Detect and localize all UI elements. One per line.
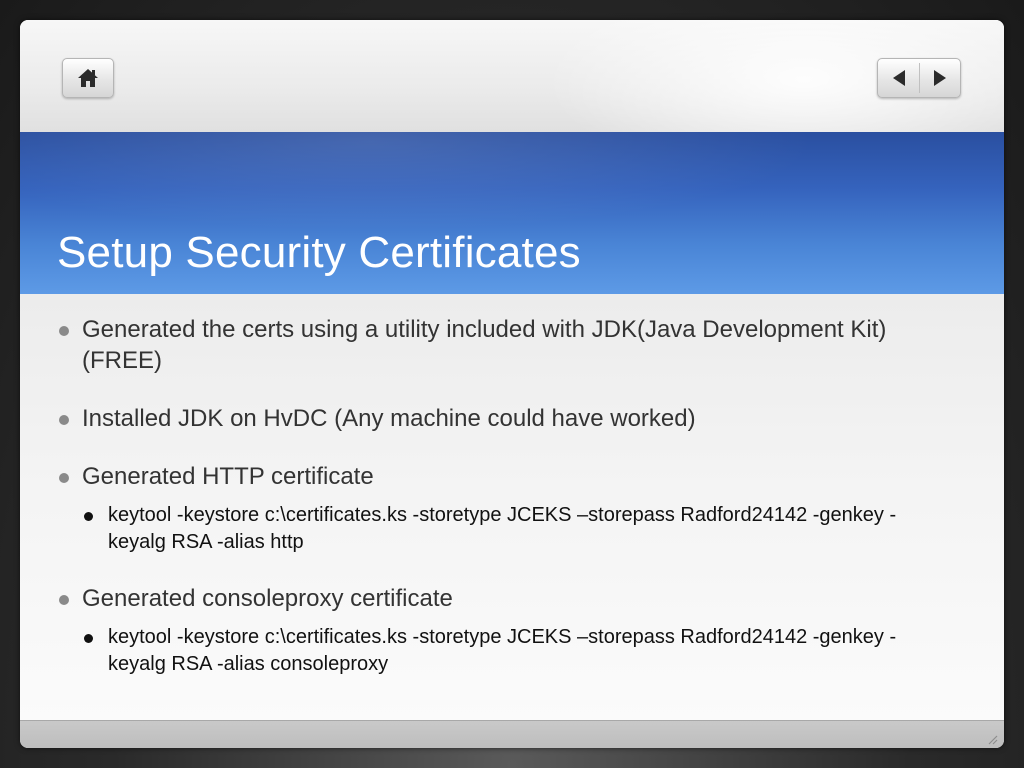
bullet-dot: [59, 473, 69, 483]
home-icon: [78, 69, 98, 87]
bullet-item: Generated consoleproxy certificate keyto…: [57, 583, 937, 678]
bullet-list: Generated the certs using a utility incl…: [57, 314, 937, 705]
bullet-dot: [59, 415, 69, 425]
slide-title: Setup Security Certificates: [57, 228, 581, 277]
bullet-item: Installed JDK on HvDC (Any machine could…: [57, 403, 937, 434]
slide-header: [20, 20, 1004, 180]
sub-bullet-item: keytool -keystore c:\certificates.ks -st…: [82, 624, 937, 678]
resize-grip-icon[interactable]: [986, 733, 998, 745]
slide-body: Generated the certs using a utility incl…: [20, 294, 1004, 720]
bullet-dot: [59, 595, 69, 605]
slide: Setup Security Certificates Generated th…: [20, 20, 1004, 748]
slide-footer-bar: [20, 720, 1004, 748]
bullet-dot: [59, 326, 69, 336]
next-slide-button[interactable]: [920, 59, 960, 97]
sub-bullet-dot: [84, 512, 93, 521]
slide-nav-arrows: [877, 58, 961, 98]
bullet-item: Generated HTTP certificate keytool -keys…: [57, 461, 937, 556]
bullet-text: Generated the certs using a utility incl…: [82, 316, 887, 374]
bullet-text: Generated HTTP certificate: [82, 463, 374, 490]
sub-bullet-text: keytool -keystore c:\certificates.ks -st…: [108, 504, 897, 553]
arrow-left-icon: [892, 70, 905, 86]
sub-bullet-list: keytool -keystore c:\certificates.ks -st…: [82, 624, 937, 678]
bullet-text: Installed JDK on HvDC (Any machine could…: [82, 405, 696, 432]
sub-bullet-dot: [84, 634, 93, 643]
title-band: Setup Security Certificates: [20, 132, 1004, 294]
home-button[interactable]: [62, 58, 114, 98]
bullet-item: Generated the certs using a utility incl…: [57, 314, 937, 376]
sub-bullet-item: keytool -keystore c:\certificates.ks -st…: [82, 502, 937, 556]
bullet-text: Generated consoleproxy certificate: [82, 585, 453, 612]
sub-bullet-text: keytool -keystore c:\certificates.ks -st…: [108, 626, 897, 675]
arrow-right-icon: [933, 70, 946, 86]
sub-bullet-list: keytool -keystore c:\certificates.ks -st…: [82, 502, 937, 556]
previous-slide-button[interactable]: [879, 59, 919, 97]
